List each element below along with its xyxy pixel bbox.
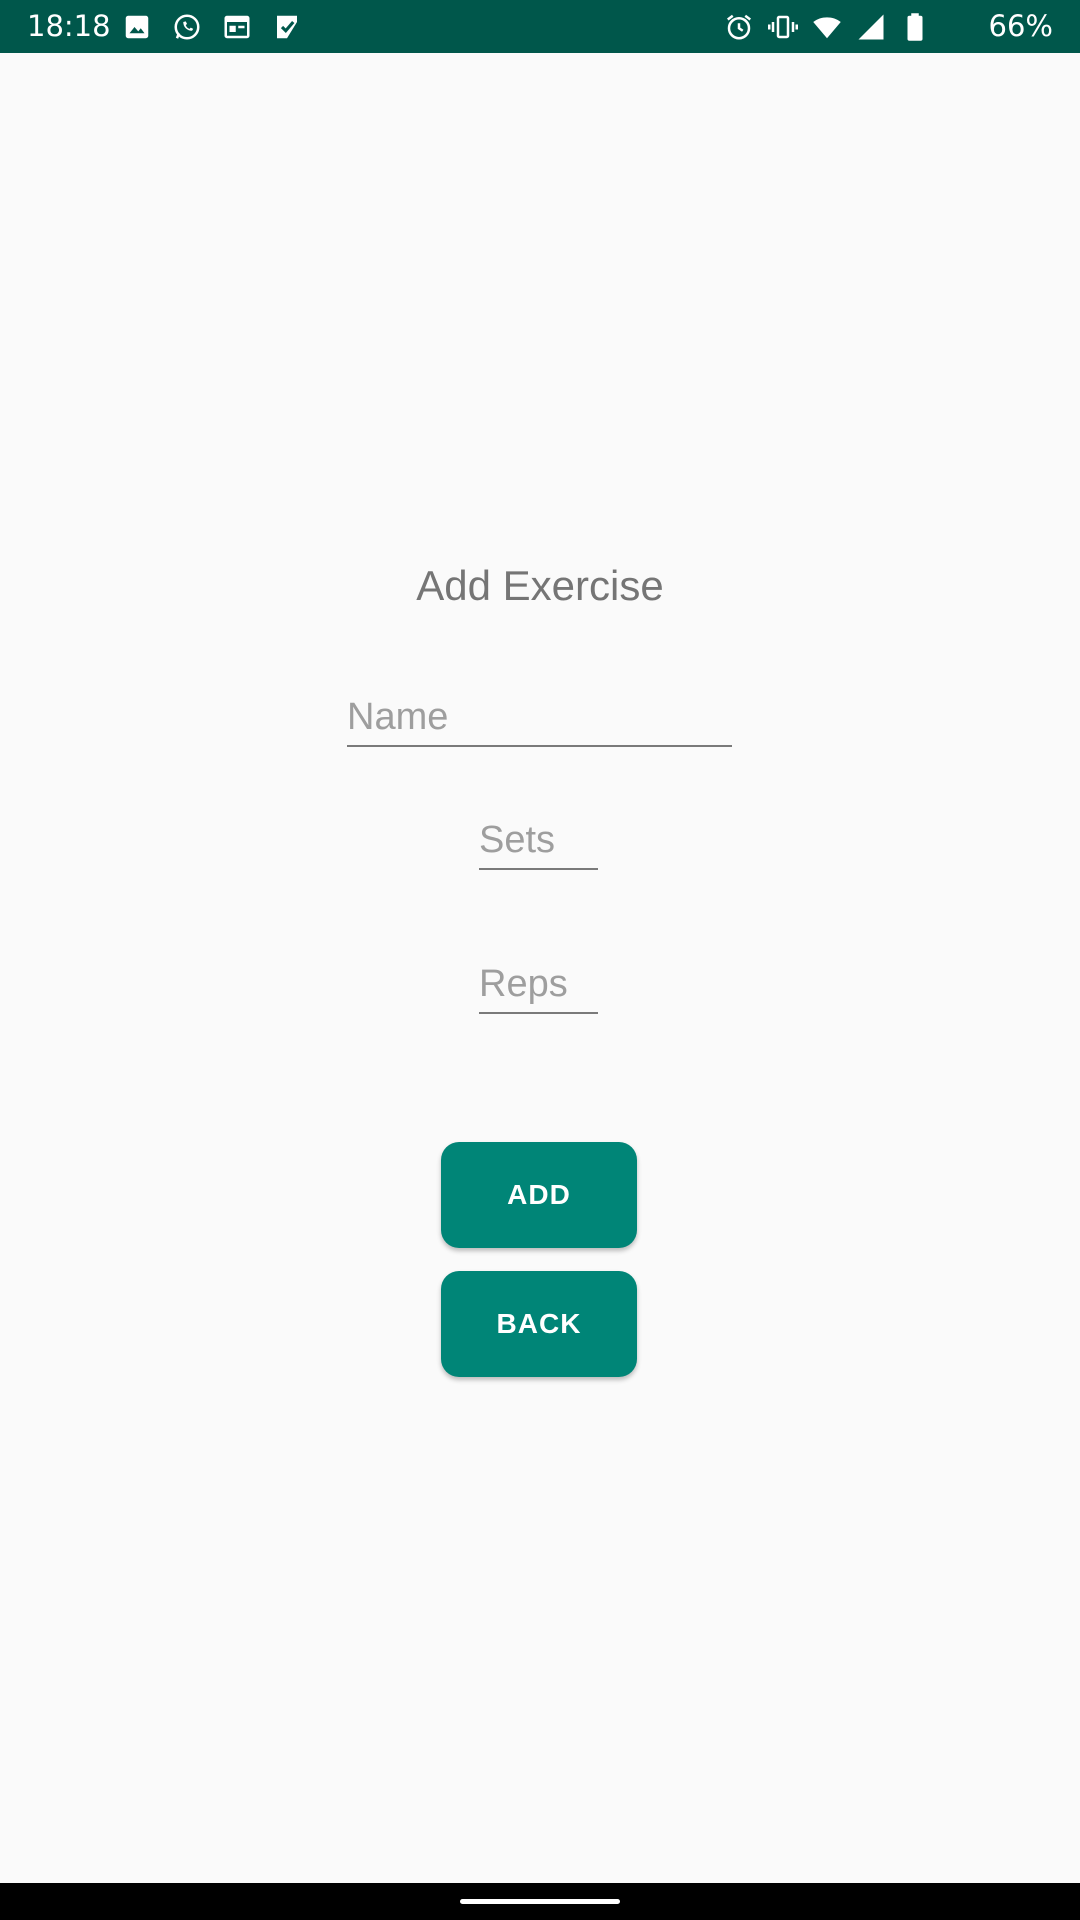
vibrate-icon	[768, 12, 798, 42]
alarm-icon	[724, 12, 754, 42]
navigation-bar	[0, 1883, 1080, 1920]
name-input[interactable]	[347, 689, 732, 745]
page-title: Add Exercise	[416, 562, 664, 609]
back-button[interactable]: BACK	[441, 1271, 637, 1377]
play-store-icon	[272, 12, 302, 42]
sets-input[interactable]	[479, 812, 598, 868]
status-bar: 18:18 66%	[0, 0, 1080, 53]
whatsapp-icon	[172, 12, 202, 42]
battery-icon	[900, 12, 930, 42]
cell-signal-icon	[856, 12, 886, 42]
reps-input[interactable]	[479, 956, 598, 1012]
notification-icons	[122, 12, 302, 42]
reps-field[interactable]	[479, 956, 598, 1014]
name-field[interactable]	[347, 689, 732, 747]
system-icons	[724, 12, 930, 42]
sets-field[interactable]	[479, 812, 598, 870]
home-gesture-handle[interactable]	[460, 1899, 620, 1904]
calendar-icon	[222, 12, 252, 42]
add-button[interactable]: ADD	[441, 1142, 637, 1248]
wifi-icon	[812, 12, 842, 42]
image-icon	[122, 12, 152, 42]
status-time: 18:18	[27, 9, 111, 43]
battery-percent: 66%	[988, 9, 1053, 43]
add-exercise-screen: 18:18 66% Add Exercise Name Sets Reps AD…	[0, 0, 1080, 1920]
